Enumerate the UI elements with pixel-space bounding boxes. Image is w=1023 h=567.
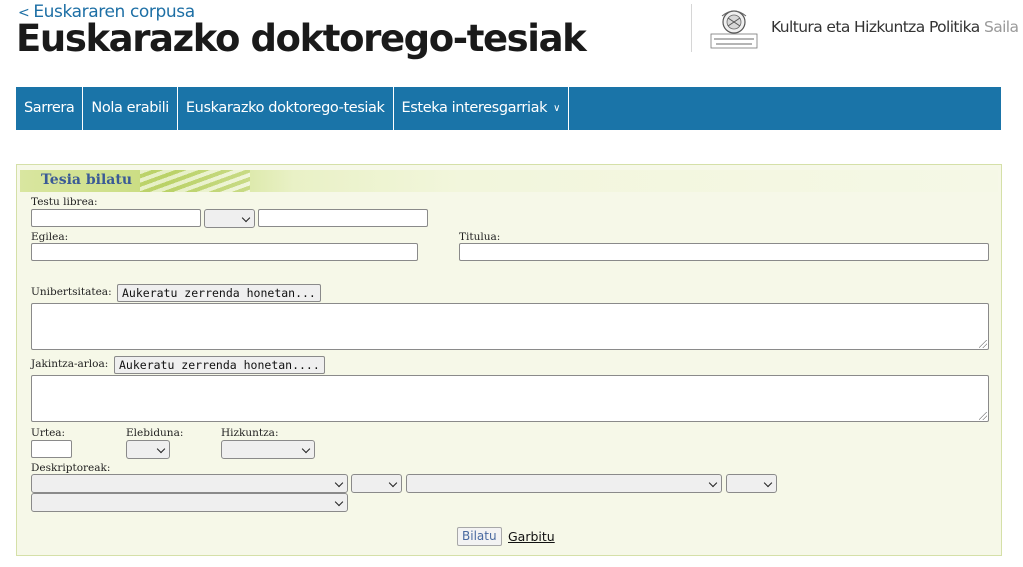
field-choose-button[interactable]: Aukeratu zerrenda honetan....: [114, 356, 325, 374]
descriptors-label: Deskriptoreak:: [31, 462, 111, 474]
nav-item-sarrera[interactable]: Sarrera: [16, 87, 84, 130]
author-input[interactable]: [31, 243, 418, 261]
free-text-label: Testu librea:: [31, 196, 98, 208]
panel-banner: [20, 170, 998, 192]
descriptor-select-3[interactable]: [31, 493, 348, 512]
author-label: Egilea:: [31, 231, 69, 243]
resize-grip-icon[interactable]: [979, 340, 987, 348]
year-label: Urtea:: [31, 427, 66, 439]
chevron-down-icon: [763, 478, 773, 488]
resize-grip-icon[interactable]: [979, 412, 987, 420]
free-text-operator-select[interactable]: [204, 209, 255, 228]
department-label: Kultura eta Hizkuntza Politika: [771, 18, 980, 36]
nav-item-esteka-interesgarriak[interactable]: Esteka interesgarriak ∨: [394, 87, 570, 130]
free-text-input-2[interactable]: [258, 209, 428, 227]
field-textarea[interactable]: [31, 375, 989, 422]
nav-item-nola-erabili[interactable]: Nola erabili: [83, 87, 178, 130]
page-title: Euskarazko doktorego-tesiak: [16, 17, 587, 60]
chevron-down-icon: [334, 497, 344, 507]
free-text-input-1[interactable]: [31, 209, 201, 227]
clear-link[interactable]: Garbitu: [508, 529, 555, 544]
chevron-down-icon: [388, 478, 398, 488]
descriptor-select-1[interactable]: [31, 474, 348, 493]
descriptor-operator-select-1[interactable]: [351, 474, 402, 493]
main-nav: Sarrera Nola erabili Euskarazko doktoreg…: [16, 87, 1001, 130]
banner-decoration: [140, 170, 250, 192]
chevron-down-icon: [156, 444, 166, 454]
search-button[interactable]: Bilatu: [457, 527, 502, 546]
bilingual-select[interactable]: [126, 440, 170, 459]
nav-item-esteka-label: Esteka interesgarriak: [401, 100, 548, 116]
search-panel: Tesia bilatu Testu librea: Egilea: Titul…: [16, 164, 1002, 556]
department-suffix: Saila: [983, 18, 1019, 36]
bilingual-label: Elebiduna:: [126, 427, 184, 439]
nav-item-doktorego-tesiak[interactable]: Euskarazko doktorego-tesiak: [178, 87, 394, 130]
title-input[interactable]: [459, 243, 989, 261]
chevron-down-icon: ∨: [553, 103, 561, 114]
chevron-down-icon: [708, 478, 718, 488]
department-block: Kultura eta Hizkuntza Politika Saila: [691, 4, 1019, 52]
language-select[interactable]: [221, 440, 315, 459]
descriptor-operator-select-2[interactable]: [726, 474, 777, 493]
year-input[interactable]: [31, 440, 72, 458]
chevron-down-icon: [334, 478, 344, 488]
university-label: Unibertsitatea:: [31, 286, 112, 298]
descriptor-select-2[interactable]: [406, 474, 722, 493]
search-panel-title: Tesia bilatu: [41, 172, 133, 188]
field-label: Jakintza-arloa:: [31, 358, 109, 370]
language-label: Hizkuntza:: [221, 427, 279, 439]
chevron-down-icon: [241, 213, 251, 223]
university-choose-button[interactable]: Aukeratu zerrenda honetan...: [117, 284, 321, 302]
department-name: Kultura eta Hizkuntza Politika Saila: [771, 18, 1019, 36]
chevron-down-icon: [301, 444, 311, 454]
title-label: Titulua:: [459, 231, 501, 243]
university-textarea[interactable]: [31, 303, 989, 350]
basque-government-seal-icon: [710, 10, 758, 49]
